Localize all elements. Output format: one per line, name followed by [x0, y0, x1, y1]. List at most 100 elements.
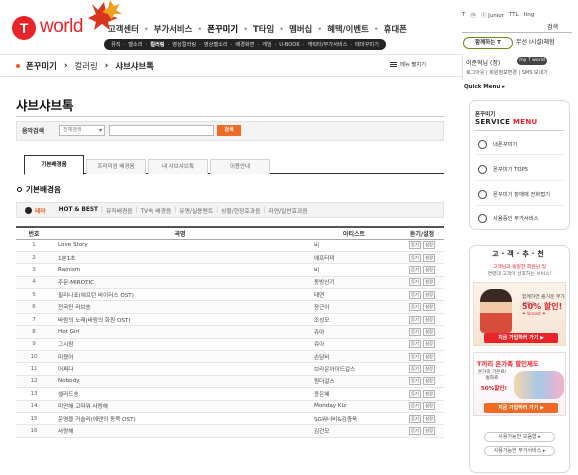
tab-my-shabu[interactable]: 내 샤브샤브톡 [148, 159, 208, 174]
listen-button[interactable]: 듣기 [409, 365, 421, 374]
top-search-input[interactable] [462, 32, 572, 33]
service-experience-link[interactable]: 무선 Ⅰ시설Ⅰ체험 [516, 37, 574, 49]
set-button[interactable]: 설정 [423, 340, 435, 349]
song-title[interactable]: 주문-MIROTIC [52, 276, 308, 290]
set-button[interactable]: 설정 [423, 402, 435, 411]
subnav-item[interactable]: 벨소리 [128, 41, 142, 48]
listen-button[interactable]: 듣기 [409, 265, 421, 274]
listen-button[interactable]: 듣기 [409, 340, 421, 349]
search-scope-select[interactable]: 전체검색 [59, 125, 105, 136]
subnav-item[interactable]: 영상벨소리 [204, 41, 228, 48]
listen-button[interactable]: 듣기 [409, 377, 421, 386]
breadcrumb-level1[interactable]: 폰꾸미기 [26, 60, 57, 72]
theme-filter-item[interactable]: TV속 배경음 [141, 206, 172, 215]
family-site-link[interactable]: ting [524, 12, 535, 18]
top-search-button[interactable]: 검색 [547, 22, 573, 32]
subnav-item[interactable]: 컬러링 [150, 41, 164, 48]
listen-button[interactable]: 듣기 [409, 352, 421, 361]
theme-filter-item[interactable]: 유명/실용멘트 [179, 206, 213, 215]
quick-item-trouble-call[interactable]: 폰꾸미기 장애에 전화접기 [478, 188, 550, 200]
set-button[interactable]: 설정 [423, 278, 435, 287]
family-site-link[interactable]: ⓣ Junior [481, 11, 504, 19]
subnav-item[interactable]: 배경화면 [235, 41, 254, 48]
subnav-item[interactable]: 캐릭터/부가서비스 [307, 41, 347, 48]
gnb-item[interactable]: 부가서비스 [154, 23, 193, 35]
promo-join-button[interactable]: 지금 가입하러 가기 ▶ [484, 333, 558, 343]
set-button[interactable]: 설정 [423, 427, 435, 436]
song-title[interactable]: 전국민 러브송 [52, 300, 308, 314]
tab-guide[interactable]: 이용안내 [210, 159, 270, 174]
song-title[interactable]: 운명을 거슬러(에덴의 동쪽 OST) [52, 412, 308, 426]
listen-button[interactable]: 듣기 [409, 414, 421, 423]
set-button[interactable]: 설정 [423, 414, 435, 423]
song-title[interactable]: 사랑해 [52, 424, 308, 438]
theme-filter-item[interactable]: HOT & BEST [59, 207, 98, 213]
listen-button[interactable]: 듣기 [409, 402, 421, 411]
family-site-link[interactable]: TTL [509, 12, 519, 18]
gnb-item[interactable]: 휴대폰 [384, 23, 407, 35]
subnav-item[interactable]: 영상컬러링 [172, 41, 196, 48]
available-addon-button[interactable]: 사용가능한 부가서비스 ▸ [484, 446, 555, 456]
breadcrumb-level2[interactable]: 컬러링 [75, 60, 98, 72]
set-button[interactable]: 설정 [423, 303, 435, 312]
subnav-item[interactable]: U-BOOK [279, 42, 300, 48]
set-button[interactable]: 설정 [423, 377, 435, 386]
listen-button[interactable]: 듣기 [409, 278, 421, 287]
gnb-item[interactable]: 폰꾸미기 [207, 23, 238, 35]
theme-filter-item[interactable]: 뮤직배경음 [106, 206, 133, 215]
available-bundle-button[interactable]: 사용가능한 모음형 ▸ [484, 432, 555, 442]
quick-menu-label[interactable]: Quick Menu ▸ [464, 84, 505, 90]
set-button[interactable]: 설정 [423, 241, 435, 250]
song-title[interactable]: 그시람 [52, 338, 308, 352]
song-title[interactable]: 미쳤어 [52, 350, 308, 364]
tab-premium-bgm[interactable]: 프리미엄 배경음 [86, 159, 146, 174]
music-search-input[interactable] [109, 125, 214, 136]
listen-button[interactable]: 듣기 [409, 253, 421, 262]
user-links[interactable]: 로그아웃 | 회원정보변경 | SMS 보내기 [466, 69, 548, 76]
set-button[interactable]: 설정 [423, 315, 435, 324]
my-tworld-button[interactable]: my T world [517, 57, 547, 65]
song-title[interactable]: 필리나죠(애프턴 바이러스 OST) [52, 288, 308, 302]
family-discount-banner[interactable]: T끼리 온가족 할인제도 온가족 기본료/통화료 50%할인! 지금 가입하러 … [473, 352, 566, 416]
quick-item-addons[interactable]: 사용중인 부가서비스 [478, 212, 539, 224]
song-title[interactable]: Nobody [52, 375, 308, 389]
song-title[interactable]: 1분1초 [52, 251, 308, 265]
subnav-item[interactable]: 테마꾸미기 [355, 41, 379, 48]
set-button[interactable]: 설정 [423, 290, 435, 299]
subnav-item[interactable]: 뮤직 [111, 41, 121, 48]
gnb-item[interactable]: T타임 [253, 23, 274, 35]
listen-button[interactable]: 듣기 [409, 290, 421, 299]
listen-button[interactable]: 듣기 [409, 389, 421, 398]
set-button[interactable]: 설정 [423, 352, 435, 361]
song-title[interactable]: 셀러드송 [52, 387, 308, 401]
listen-button[interactable]: 듣기 [409, 241, 421, 250]
song-title[interactable]: 미안해 고마워 사랑해 [52, 400, 308, 413]
subnav-item[interactable]: 게임 [262, 41, 272, 48]
listen-button[interactable]: 듣기 [409, 315, 421, 324]
song-title[interactable]: Love Story [52, 239, 308, 252]
set-button[interactable]: 설정 [423, 365, 435, 374]
quick-item-top5[interactable]: 폰꾸미기 TOP5 [478, 163, 528, 175]
theme-filter-item[interactable]: 상황/현장효과음 [221, 206, 260, 215]
listen-button[interactable]: 듣기 [409, 303, 421, 312]
theme-filter-item[interactable]: 자연/일반효과음 [268, 206, 307, 215]
gnb-item[interactable]: 멤버십 [289, 23, 312, 35]
family-join-button[interactable]: 지금 가입하러 가기 ▶ [484, 403, 558, 413]
gnb-item[interactable]: 혜택/이벤트 [327, 23, 369, 35]
set-button[interactable]: 설정 [423, 327, 435, 336]
family-site-link[interactable]: T [462, 12, 465, 18]
set-button[interactable]: 설정 [423, 265, 435, 274]
quick-item-my-deco[interactable]: 내폰꾸미기 [478, 138, 517, 150]
song-title[interactable]: Rainism [52, 263, 308, 277]
together-t-button[interactable]: 함께하는 T [463, 37, 513, 49]
tab-basic-bgm[interactable]: 기본배경음 [24, 155, 84, 175]
family-site-link[interactable]: ⓜ [470, 11, 476, 19]
listen-button[interactable]: 듣기 [409, 427, 421, 436]
music-search-button[interactable]: 검색 [217, 125, 241, 136]
gnb-item[interactable]: 고객센터 [108, 23, 139, 35]
set-button[interactable]: 설정 [423, 253, 435, 262]
song-title[interactable]: 바람의 노래(바람의 화원 OST) [52, 313, 308, 327]
listen-button[interactable]: 듣기 [409, 327, 421, 336]
set-button[interactable]: 설정 [423, 389, 435, 398]
song-title[interactable]: 어쩌다 [52, 362, 308, 376]
